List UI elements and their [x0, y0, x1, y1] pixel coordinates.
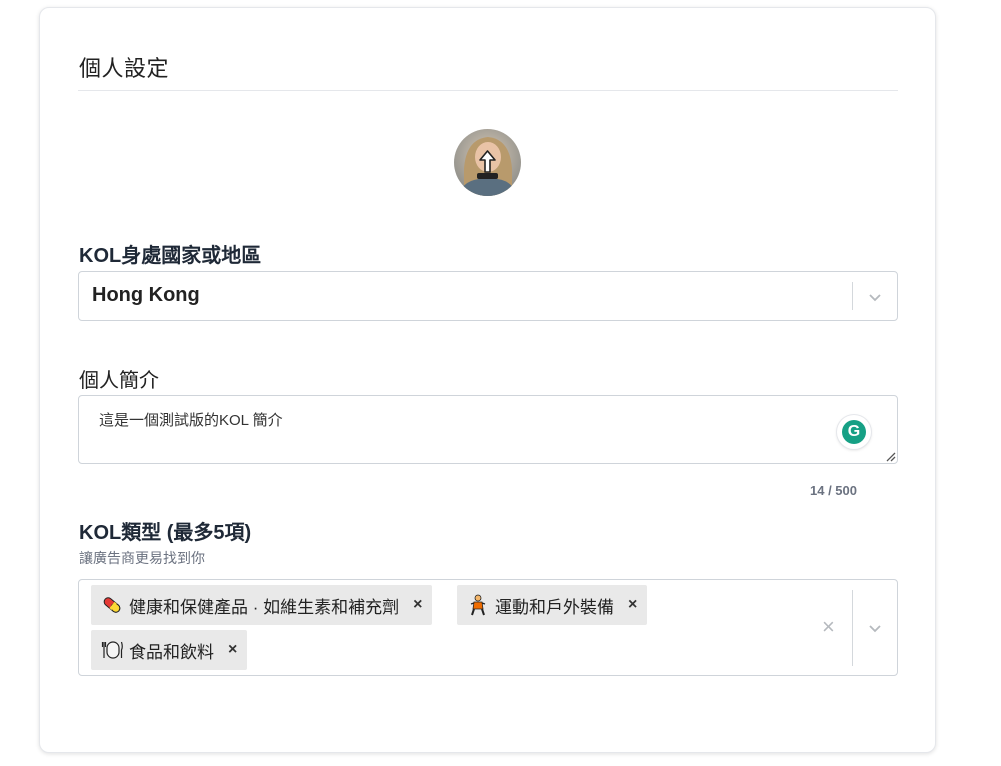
select-separator	[852, 282, 853, 310]
category-hint: 讓廣告商更易找到你	[79, 550, 205, 566]
page-title: 個人設定	[79, 56, 170, 81]
chip-label: 運動和戶外裝備	[495, 597, 614, 617]
upload-icon	[477, 150, 498, 179]
char-counter: 14 / 500	[810, 483, 857, 498]
remove-chip-button[interactable]: ×	[413, 596, 422, 614]
category-chip: 健康和保健產品 · 如維生素和補充劑 ×	[91, 585, 433, 625]
bio-label: 個人簡介	[79, 370, 159, 392]
bio-textarea[interactable]: 這是一個測試版的KOL 簡介 G	[78, 395, 898, 464]
grammarly-icon: G	[842, 420, 866, 444]
country-value: Hong Kong	[92, 284, 200, 306]
settings-card: 個人設定 KOL身處國家或地區 Hong Kong 個人簡介 這是一個測試版的K…	[39, 7, 936, 753]
remove-chip-button[interactable]: ×	[228, 641, 237, 659]
bio-text: 這是一個測試版的KOL 簡介	[99, 412, 283, 429]
category-chip: 食品和飲料 ×	[91, 630, 248, 670]
chip-label: 食品和飲料	[129, 642, 214, 662]
chip-label: 健康和保健產品 · 如維生素和補充劑	[129, 597, 400, 617]
grammarly-button[interactable]: G	[837, 415, 871, 449]
category-chip: 運動和戶外裝備 ×	[457, 585, 648, 625]
select-separator	[852, 590, 853, 666]
chevron-down-icon[interactable]	[867, 620, 883, 636]
chevron-down-icon[interactable]	[867, 289, 883, 305]
plate-icon	[101, 641, 123, 659]
title-divider	[78, 90, 898, 91]
climber-icon	[470, 594, 486, 616]
remove-chip-button[interactable]: ×	[628, 596, 637, 614]
category-multiselect[interactable]: 健康和保健產品 · 如維生素和補充劑 × 運動和戶外裝備 × 食品和飲料 × ×	[78, 579, 898, 676]
avatar-upload[interactable]	[454, 129, 521, 196]
country-label: KOL身處國家或地區	[79, 245, 262, 267]
category-label: KOL類型 (最多5項)	[79, 522, 252, 544]
clear-all-icon[interactable]: ×	[822, 614, 835, 640]
country-select[interactable]: Hong Kong	[78, 271, 898, 321]
pill-icon	[103, 597, 121, 613]
resize-handle-icon[interactable]	[884, 450, 896, 462]
